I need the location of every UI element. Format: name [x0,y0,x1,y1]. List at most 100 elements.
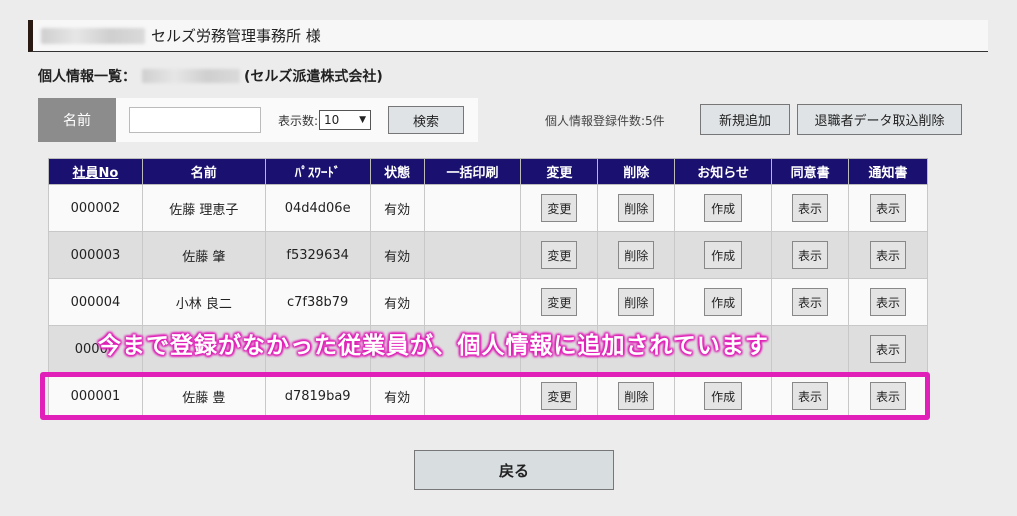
consent-view-button[interactable]: 表示 [792,382,829,410]
notice-cell [674,325,773,373]
bulk-print-cell [423,278,522,326]
delete-cell: 削除 [597,278,676,326]
edit-cell: 変更 [520,231,599,279]
new-add-button[interactable]: 新規追加 [700,104,790,135]
consent-view-button[interactable]: 表示 [792,241,829,269]
table-row-new: 000001 佐藤 豊 d7819ba9 有効 変更 削除 作成 表示 表示 [48,372,928,420]
edit-button[interactable]: 変更 [541,382,578,410]
column-header-bulk-print: 一括印刷 [423,158,522,185]
notification-view-button[interactable]: 表示 [870,194,907,222]
bulk-print-cell [423,231,522,279]
column-header-status: 状態 [369,158,425,185]
search-box: 名前 表示数: 10 ▼ 検索 [38,98,478,142]
column-header-password: ﾊﾟｽﾜｰﾄﾞ [264,158,371,185]
notice-cell: 作成 [674,278,773,326]
notification-cell: 表示 [848,372,928,420]
column-header-notification: 通知書 [848,158,928,185]
employee-no-cell: 000001 [48,372,143,420]
edit-button[interactable]: 変更 [541,288,578,316]
status-cell [369,325,425,373]
delete-button[interactable]: 削除 [618,194,655,222]
password-cell: c7f38b79 [264,278,371,326]
notice-create-button[interactable]: 作成 [704,241,743,269]
display-count-label: 表示数: [278,113,319,128]
bulk-print-cell [423,325,522,373]
edit-cell: 変更 [520,184,599,232]
employee-no-cell: 000002 [48,184,143,232]
notice-create-button[interactable]: 作成 [704,288,743,316]
delete-cell [597,325,676,373]
employee-no-cell: 000003 [48,231,143,279]
table-header-row: 社員No 名前 ﾊﾟｽﾜｰﾄﾞ 状態 一括印刷 変更 削除 お知らせ 同意書 通… [48,158,928,185]
list-title-company: (セルズ派遣株式会社) [244,69,383,85]
table-row: 00000 表示 [48,325,928,373]
column-header-delete: 削除 [597,158,676,185]
edit-button[interactable]: 変更 [541,194,578,222]
delete-button[interactable]: 削除 [618,382,655,410]
edit-cell [520,325,599,373]
notice-cell: 作成 [674,231,773,279]
search-button[interactable]: 検索 [388,106,465,134]
notification-cell: 表示 [848,278,928,326]
column-header-edit: 変更 [520,158,599,185]
bulk-print-cell [423,372,522,420]
notice-cell: 作成 [674,184,773,232]
name-label: 名前 [38,98,116,142]
notification-view-button[interactable]: 表示 [870,241,907,269]
notice-create-button[interactable]: 作成 [704,382,743,410]
registration-count: 個人情報登録件数:5件 [545,114,665,128]
notification-view-button[interactable]: 表示 [870,382,907,410]
consent-cell: 表示 [771,231,850,279]
delete-button[interactable]: 削除 [618,288,655,316]
employee-name-cell: 佐藤 豊 [141,372,266,420]
delete-cell: 削除 [597,372,676,420]
notification-cell: 表示 [848,184,928,232]
employee-name-cell: 佐藤 肇 [141,231,266,279]
consent-cell: 表示 [771,372,850,420]
consent-cell: 表示 [771,278,850,326]
header-bar: セルズ労務管理事務所 様 [28,20,988,52]
redacted-company-code [142,69,240,83]
edit-cell: 変更 [520,372,599,420]
column-header-notice: お知らせ [674,158,773,185]
notification-cell: 表示 [848,325,928,373]
edit-cell: 変更 [520,278,599,326]
password-cell [264,325,371,373]
status-cell: 有効 [369,372,425,420]
name-search-input[interactable] [129,107,261,133]
notice-cell: 作成 [674,372,773,420]
redacted-user-name [41,27,145,44]
delete-button[interactable]: 削除 [618,241,655,269]
column-header-employee-no[interactable]: 社員No [48,158,143,185]
table-row: 000003 佐藤 肇 f5329634 有効 変更 削除 作成 表示 表示 [48,231,928,279]
password-cell: f5329634 [264,231,371,279]
consent-view-button[interactable]: 表示 [792,288,829,316]
consent-view-button[interactable]: 表示 [792,194,829,222]
display-count-value: 10 [324,113,340,127]
column-header-consent: 同意書 [771,158,850,185]
edit-button[interactable]: 変更 [541,241,578,269]
password-cell: 04d4d06e [264,184,371,232]
employee-no-cell: 00000 [48,325,143,373]
employee-name-cell [141,325,266,373]
notice-create-button[interactable]: 作成 [704,194,743,222]
list-title-prefix: 個人情報一覧： [38,69,136,85]
back-button[interactable]: 戻る [414,450,614,490]
notification-view-button[interactable]: 表示 [870,335,907,363]
retire-data-delete-button[interactable]: 退職者データ取込削除 [797,104,962,135]
bulk-print-cell [423,184,522,232]
notification-cell: 表示 [848,231,928,279]
consent-cell [771,325,850,373]
delete-cell: 削除 [597,231,676,279]
employee-no-cell: 000004 [48,278,143,326]
table-row: 000004 小林 良二 c7f38b79 有効 変更 削除 作成 表示 表示 [48,278,928,326]
notification-view-button[interactable]: 表示 [870,288,907,316]
employee-name-cell: 小林 良二 [141,278,266,326]
table-row: 000002 佐藤 理恵子 04d4d06e 有効 変更 削除 作成 表示 表示 [48,184,928,232]
column-header-name: 名前 [141,158,266,185]
display-count-select[interactable]: 10 ▼ [319,110,372,130]
employee-name-cell: 佐藤 理恵子 [141,184,266,232]
employee-table: 社員No 名前 ﾊﾟｽﾜｰﾄﾞ 状態 一括印刷 変更 削除 お知らせ 同意書 通… [48,158,928,420]
password-cell: d7819ba9 [264,372,371,420]
consent-cell: 表示 [771,184,850,232]
